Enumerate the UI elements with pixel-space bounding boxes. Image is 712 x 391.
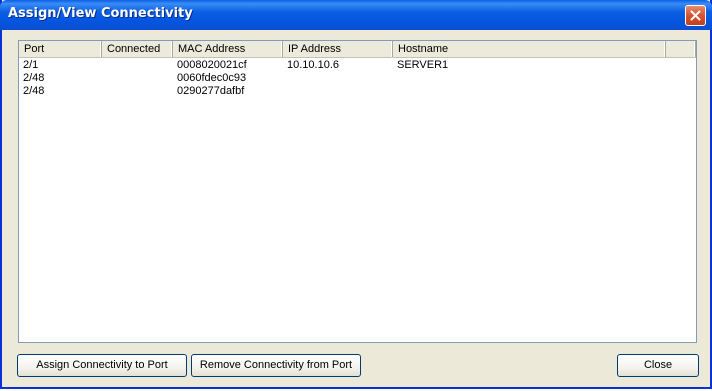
cell-connected — [102, 59, 173, 72]
assign-connectivity-button[interactable]: Assign Connectivity to Port — [17, 354, 187, 377]
title-bar[interactable]: Assign/View Connectivity — [0, 0, 712, 30]
table-row[interactable]: 2/48 0290277dafbf — [19, 85, 696, 98]
window-close-button[interactable] — [685, 5, 706, 26]
table-row[interactable]: 2/48 0060fdec0c93 — [19, 72, 696, 85]
cell-port: 2/48 — [23, 72, 45, 84]
connectivity-list[interactable]: Port Connected MAC Address IP Address Ho… — [18, 40, 697, 343]
list-rows: 2/1 0008020021cf 10.10.10.6 SERVER1 2/48… — [19, 59, 696, 98]
table-row[interactable]: 2/1 0008020021cf 10.10.10.6 SERVER1 — [19, 59, 696, 72]
column-header-port[interactable]: Port — [19, 41, 102, 57]
cell-ip-address — [283, 85, 393, 98]
cell-mac-address: 0060fdec0c93 — [177, 72, 247, 84]
column-header-hostname[interactable]: Hostname — [393, 41, 666, 57]
window-title: Assign/View Connectivity — [8, 6, 193, 21]
column-header-filler — [666, 41, 696, 57]
column-header-ip-address[interactable]: IP Address — [283, 41, 393, 57]
cell-ip-address — [283, 72, 393, 85]
remove-connectivity-button[interactable]: Remove Connectivity from Port — [191, 354, 361, 377]
cell-port: 2/48 — [23, 85, 45, 97]
cell-ip-address: 10.10.10.6 — [287, 59, 339, 71]
cell-mac-address: 0290277dafbf — [177, 85, 245, 97]
close-button[interactable]: Close — [617, 354, 699, 377]
close-icon — [690, 10, 701, 21]
column-header-mac-address[interactable]: MAC Address — [173, 41, 283, 57]
column-header-connected[interactable]: Connected — [102, 41, 173, 57]
cell-hostname — [393, 72, 666, 85]
cell-port: 2/1 — [23, 59, 39, 71]
cell-mac-address: 0008020021cf — [177, 59, 247, 71]
cell-hostname — [393, 85, 666, 98]
cell-connected — [102, 72, 173, 85]
list-header: Port Connected MAC Address IP Address Ho… — [19, 41, 696, 58]
cell-hostname: SERVER1 — [397, 59, 449, 71]
cell-connected — [102, 85, 173, 98]
